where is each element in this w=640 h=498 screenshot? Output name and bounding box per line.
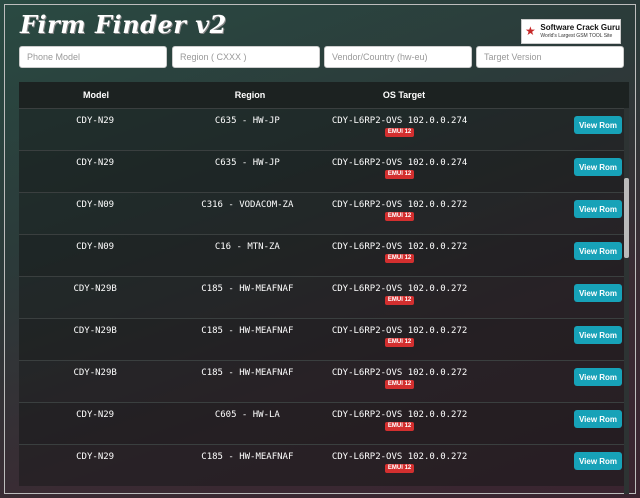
- emui-badge: EMUI 12: [384, 170, 415, 179]
- cell-model: CDY-N09: [76, 200, 115, 210]
- cell-model: CDY-N29: [76, 410, 115, 420]
- vendor-country-input[interactable]: [324, 46, 472, 68]
- cell-model: CDY-N29: [76, 452, 115, 462]
- cell-region: C316 - VODACOM-ZA: [201, 200, 294, 210]
- cell-model: CDY-N29: [76, 158, 115, 168]
- cell-region: C185 - HW-MEAFNAF: [201, 452, 294, 462]
- table-row: CDY-N29B C185 - HW-MEAFNAF CDY-L6RP2-OVS…: [19, 360, 629, 402]
- os-version-text: CDY-L6RP2-OVS 102.0.0.274: [331, 116, 468, 126]
- cell-os-target: CDY-L6RP2-OVS 102.0.0.272 EMUI 12: [323, 361, 475, 389]
- brand-name: Software Crack Guru: [540, 22, 620, 32]
- brand-tagline: World's Largest GSM TOOL Site: [540, 32, 613, 39]
- search-bar: [19, 46, 625, 68]
- cell-os-target: CDY-L6RP2-OVS 102.0.0.272 EMUI 12: [323, 319, 475, 347]
- cell-region: C185 - HW-MEAFNAF: [201, 368, 294, 378]
- table-body: CDY-N29 C635 - HW-JP CDY-L6RP2-OVS 102.0…: [19, 108, 629, 486]
- region-input[interactable]: [172, 46, 320, 68]
- cell-action: View Rom: [476, 277, 629, 302]
- emui-badge: EMUI 12: [384, 212, 415, 221]
- cell-action: View Rom: [476, 151, 629, 176]
- brand-text: Software Crack Guru World's Largest GSM …: [540, 23, 620, 41]
- cell-region: C185 - HW-MEAFNAF: [201, 284, 294, 294]
- cell-model: CDY-N29B: [73, 284, 117, 294]
- cell-os-target: CDY-L6RP2-OVS 102.0.0.274 EMUI 12: [323, 109, 475, 137]
- emui-badge: EMUI 12: [384, 338, 415, 347]
- table-row: CDY-N29 C635 - HW-JP CDY-L6RP2-OVS 102.0…: [19, 108, 629, 150]
- table-row: CDY-N29B C185 - HW-MEAFNAF CDY-L6RP2-OVS…: [19, 318, 629, 360]
- cell-action: View Rom: [476, 109, 629, 134]
- table-scrollbar[interactable]: [624, 108, 629, 494]
- view-rom-button[interactable]: View Rom: [574, 410, 622, 428]
- table-row: CDY-N09 C316 - VODACOM-ZA CDY-L6RP2-OVS …: [19, 192, 629, 234]
- cell-os-target: CDY-L6RP2-OVS 102.0.0.272 EMUI 12: [323, 403, 475, 431]
- header-model: Model: [83, 90, 109, 100]
- cell-os-target: CDY-L6RP2-OVS 102.0.0.272 EMUI 12: [323, 277, 475, 305]
- emui-badge: EMUI 12: [384, 422, 415, 431]
- os-version-text: CDY-L6RP2-OVS 102.0.0.272: [331, 284, 468, 294]
- os-version-text: CDY-L6RP2-OVS 102.0.0.272: [331, 242, 468, 252]
- cell-action: View Rom: [476, 361, 629, 386]
- phone-model-input[interactable]: [19, 46, 167, 68]
- view-rom-button[interactable]: View Rom: [574, 452, 622, 470]
- cell-action: View Rom: [476, 235, 629, 260]
- cell-region: C635 - HW-JP: [214, 116, 280, 126]
- cell-model: CDY-N29: [76, 116, 115, 126]
- cell-model: CDY-N09: [76, 242, 115, 252]
- firmware-table: Model Region OS Target CDY-N29 C635 - HW…: [19, 82, 629, 494]
- os-version-text: CDY-L6RP2-OVS 102.0.0.272: [331, 200, 468, 210]
- view-rom-button[interactable]: View Rom: [574, 284, 622, 302]
- cell-action: View Rom: [476, 193, 629, 218]
- os-version-text: CDY-L6RP2-OVS 102.0.0.272: [331, 410, 468, 420]
- table-row: CDY-N29 C185 - HW-MEAFNAF CDY-L6RP2-OVS …: [19, 444, 629, 486]
- table-header: Model Region OS Target: [19, 82, 629, 108]
- cell-region: C635 - HW-JP: [214, 158, 280, 168]
- emui-badge: EMUI 12: [384, 296, 415, 305]
- table-row: CDY-N29B C185 - HW-MEAFNAF CDY-L6RP2-OVS…: [19, 276, 629, 318]
- view-rom-button[interactable]: View Rom: [574, 368, 622, 386]
- header-region: Region: [234, 90, 266, 100]
- emui-badge: EMUI 12: [384, 464, 415, 473]
- cell-region: C185 - HW-MEAFNAF: [201, 326, 294, 336]
- app-logo: Firm Finder v2: [20, 10, 227, 39]
- cell-region: C605 - HW-LA: [214, 410, 280, 420]
- cell-os-target: CDY-L6RP2-OVS 102.0.0.272 EMUI 12: [323, 235, 475, 263]
- table-row: CDY-N29 C605 - HW-LA CDY-L6RP2-OVS 102.0…: [19, 402, 629, 444]
- cell-os-target: CDY-L6RP2-OVS 102.0.0.272 EMUI 12: [323, 193, 475, 221]
- view-rom-button[interactable]: View Rom: [574, 200, 622, 218]
- os-version-text: CDY-L6RP2-OVS 102.0.0.272: [331, 368, 468, 378]
- cell-region: C16 - MTN-ZA: [214, 242, 280, 252]
- cell-action: View Rom: [476, 445, 629, 470]
- view-rom-button[interactable]: View Rom: [574, 326, 622, 344]
- brand-badge[interactable]: ★ Software Crack Guru World's Largest GS…: [521, 19, 621, 44]
- cell-os-target: CDY-L6RP2-OVS 102.0.0.274 EMUI 12: [323, 151, 475, 179]
- cell-action: View Rom: [476, 319, 629, 344]
- header-os-target: OS Target: [382, 90, 426, 100]
- target-version-input[interactable]: [476, 46, 624, 68]
- emui-badge: EMUI 12: [384, 380, 415, 389]
- os-version-text: CDY-L6RP2-OVS 102.0.0.272: [331, 326, 468, 336]
- table-row: CDY-N09 C16 - MTN-ZA CDY-L6RP2-OVS 102.0…: [19, 234, 629, 276]
- cell-model: CDY-N29B: [73, 326, 117, 336]
- emui-badge: EMUI 12: [384, 254, 415, 263]
- emui-badge: EMUI 12: [384, 128, 415, 137]
- scrollbar-thumb[interactable]: [624, 178, 629, 258]
- star-icon: ★: [525, 24, 536, 38]
- cell-action: View Rom: [476, 403, 629, 428]
- os-version-text: CDY-L6RP2-OVS 102.0.0.274: [331, 158, 468, 168]
- view-rom-button[interactable]: View Rom: [574, 242, 622, 260]
- cell-os-target: CDY-L6RP2-OVS 102.0.0.272 EMUI 12: [323, 445, 475, 473]
- view-rom-button[interactable]: View Rom: [574, 116, 622, 134]
- os-version-text: CDY-L6RP2-OVS 102.0.0.272: [331, 452, 468, 462]
- table-row: CDY-N29 C635 - HW-JP CDY-L6RP2-OVS 102.0…: [19, 150, 629, 192]
- cell-model: CDY-N29B: [73, 368, 117, 378]
- view-rom-button[interactable]: View Rom: [574, 158, 622, 176]
